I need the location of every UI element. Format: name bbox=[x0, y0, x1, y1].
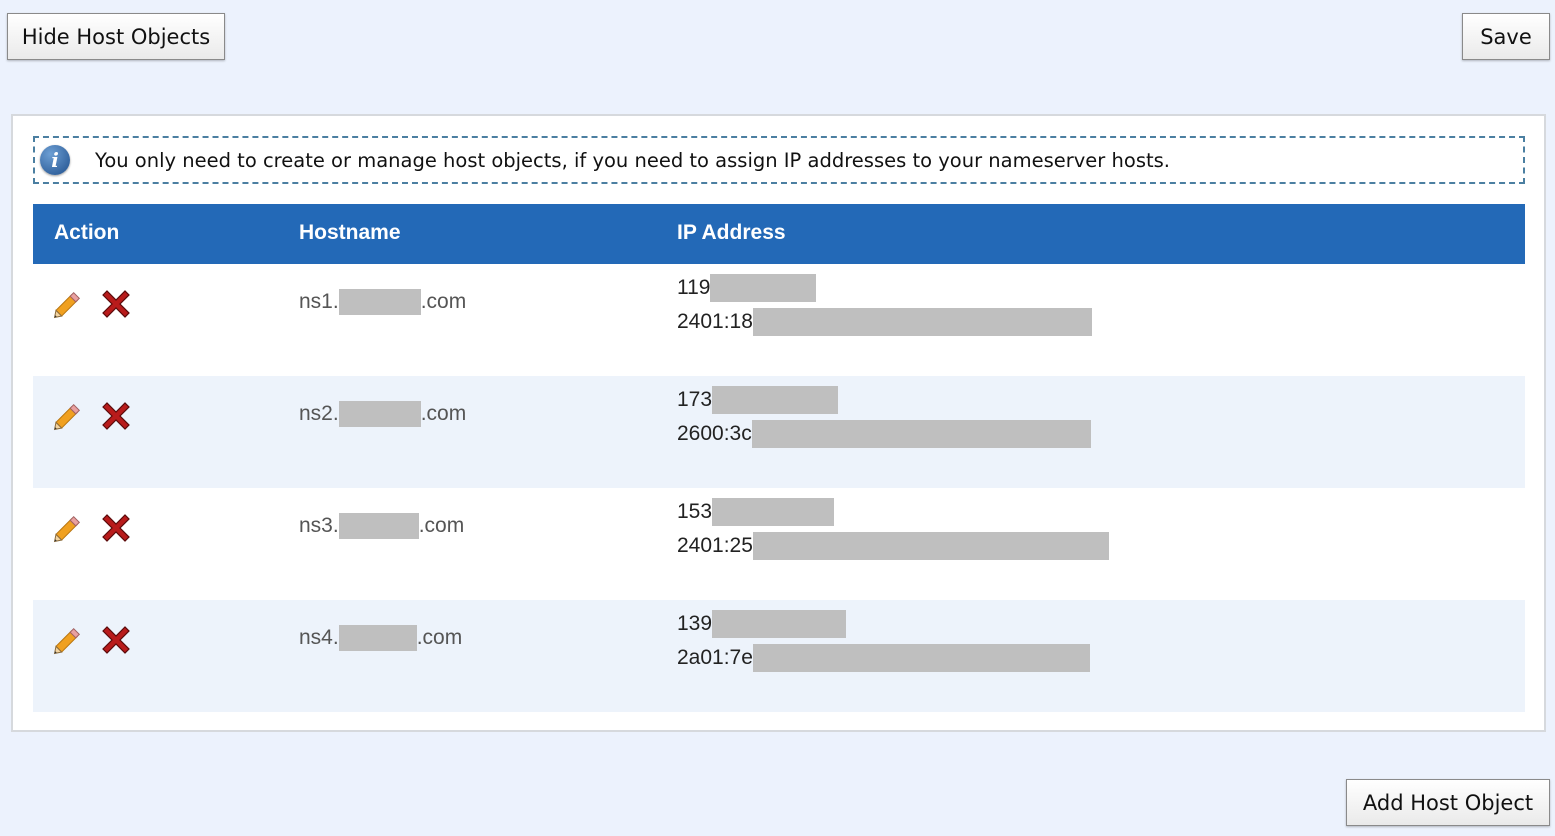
redacted-block bbox=[752, 644, 1090, 672]
ipv4-prefix: 119 bbox=[677, 276, 711, 299]
ipv6-cell: 2401:18 bbox=[677, 308, 1092, 336]
pencil-icon[interactable] bbox=[51, 287, 85, 321]
redacted-block bbox=[712, 386, 839, 414]
delete-icon[interactable] bbox=[99, 287, 133, 321]
notice-text: You only need to create or manage host o… bbox=[95, 148, 1170, 172]
ipv6-cell: 2a01:7e bbox=[677, 644, 1090, 672]
redacted-block bbox=[712, 610, 847, 638]
ipv4-prefix: 153 bbox=[677, 500, 713, 523]
hostname-cell: ns3. .com bbox=[299, 513, 464, 539]
table-header: Action Hostname IP Address bbox=[33, 204, 1525, 264]
ipv6-prefix: 2401:25 bbox=[677, 534, 753, 557]
ipv4-cell: 153 bbox=[677, 498, 835, 526]
hostname-suffix: .com bbox=[416, 626, 463, 649]
header-action: Action bbox=[54, 221, 120, 244]
add-host-object-button[interactable]: Add Host Object bbox=[1346, 779, 1550, 826]
hostname-cell: ns1. .com bbox=[299, 289, 466, 315]
header-hostname: Hostname bbox=[299, 221, 401, 244]
ipv6-cell: 2401:25 bbox=[677, 532, 1109, 560]
hostname-cell: ns2. .com bbox=[299, 401, 466, 427]
hostname-prefix: ns4. bbox=[299, 626, 339, 649]
ipv4-cell: 173 bbox=[677, 386, 839, 414]
ipv4-prefix: 139 bbox=[677, 612, 713, 635]
redacted-block bbox=[710, 274, 817, 302]
pencil-icon[interactable] bbox=[51, 399, 85, 433]
table-row: ns3. .com 153 2401:25 bbox=[33, 488, 1525, 600]
delete-icon[interactable] bbox=[99, 399, 133, 433]
delete-icon[interactable] bbox=[99, 623, 133, 657]
redacted-block bbox=[752, 308, 1092, 336]
ipv6-prefix: 2600:3c bbox=[677, 422, 752, 445]
table-row: ns1. .com 119 2401:18 bbox=[33, 264, 1525, 376]
hostname-suffix: .com bbox=[420, 290, 467, 313]
ipv4-cell: 119 bbox=[677, 274, 817, 302]
redacted-block bbox=[338, 289, 421, 315]
hostname-suffix: .com bbox=[420, 402, 467, 425]
info-notice: i You only need to create or manage host… bbox=[33, 136, 1525, 184]
delete-icon[interactable] bbox=[99, 511, 133, 545]
ipv4-cell: 139 bbox=[677, 610, 847, 638]
pencil-icon[interactable] bbox=[51, 511, 85, 545]
hostname-prefix: ns2. bbox=[299, 402, 339, 425]
header-ip-address: IP Address bbox=[677, 221, 786, 244]
hide-host-objects-button[interactable]: Hide Host Objects bbox=[7, 13, 225, 60]
hostname-prefix: ns3. bbox=[299, 514, 339, 537]
redacted-block bbox=[338, 513, 419, 539]
ipv4-prefix: 173 bbox=[677, 388, 713, 411]
redacted-block bbox=[338, 401, 421, 427]
host-objects-panel: i You only need to create or manage host… bbox=[11, 114, 1546, 732]
redacted-block bbox=[751, 420, 1091, 448]
redacted-block bbox=[338, 625, 417, 651]
table-row: ns2. .com 173 2600:3c bbox=[33, 376, 1525, 488]
host-objects-table: Action Hostname IP Address ns1. .com 119… bbox=[33, 204, 1525, 712]
hostname-suffix: .com bbox=[418, 514, 465, 537]
ipv6-prefix: 2a01:7e bbox=[677, 646, 753, 669]
ipv6-prefix: 2401:18 bbox=[677, 310, 753, 333]
redacted-block bbox=[712, 498, 835, 526]
ipv6-cell: 2600:3c bbox=[677, 420, 1091, 448]
save-button[interactable]: Save bbox=[1462, 13, 1550, 60]
hostname-cell: ns4. .com bbox=[299, 625, 462, 651]
hostname-prefix: ns1. bbox=[299, 290, 339, 313]
table-row: ns4. .com 139 2a01:7e bbox=[33, 600, 1525, 712]
info-icon: i bbox=[40, 145, 70, 175]
redacted-block bbox=[752, 532, 1109, 560]
pencil-icon[interactable] bbox=[51, 623, 85, 657]
